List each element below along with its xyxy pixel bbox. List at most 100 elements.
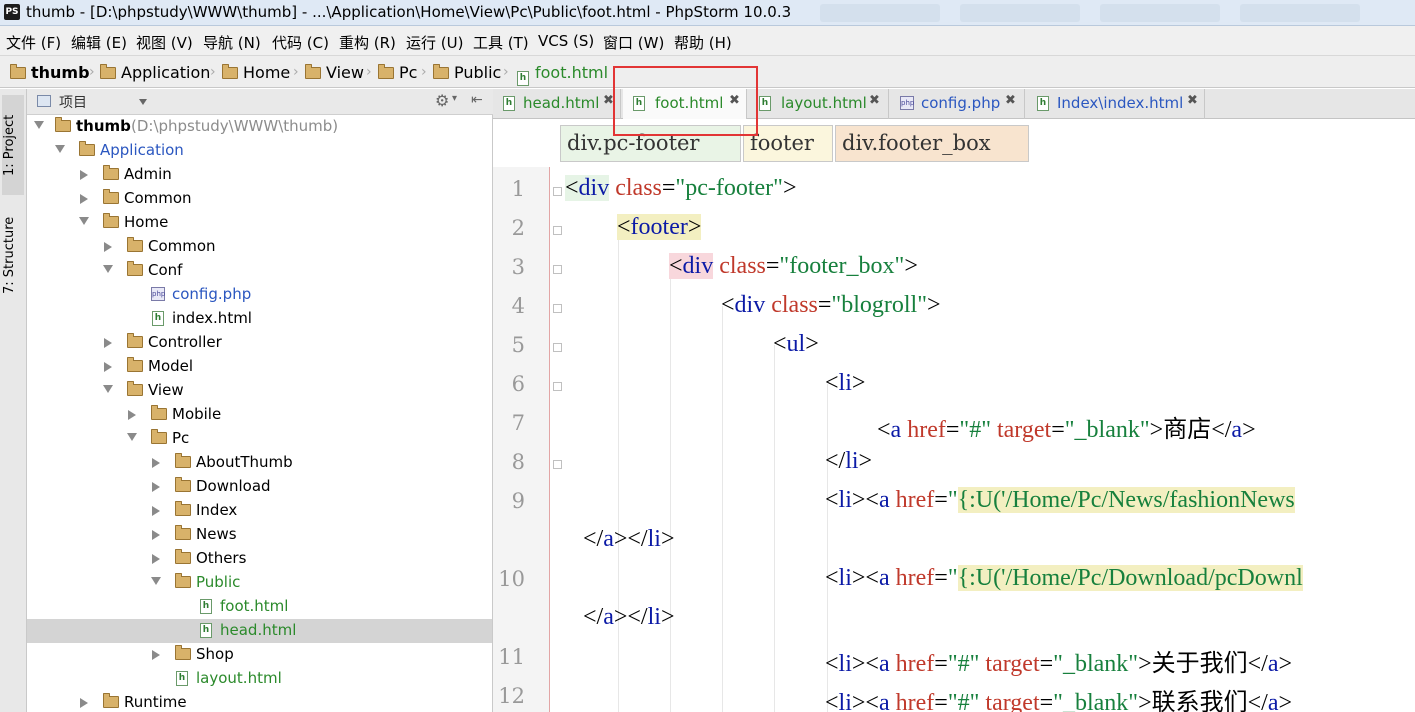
tree-item[interactable]: News	[27, 523, 492, 547]
hide-panel-icon[interactable]: ⇤	[471, 92, 483, 108]
project-panel-title[interactable]: 项目	[59, 92, 87, 112]
breadcrumb-home[interactable]: Home	[222, 63, 290, 82]
expand-arrow-icon[interactable]	[128, 410, 136, 420]
breadcrumb-thumb[interactable]: thumb	[10, 63, 90, 82]
menu-window[interactable]: 窗口 (W)	[603, 32, 664, 53]
tree-item[interactable]: View	[27, 379, 492, 403]
expand-arrow-icon[interactable]	[104, 338, 112, 348]
expand-arrow-icon[interactable]	[152, 650, 160, 660]
tab-index-html[interactable]: h Index\index.html ✖	[1027, 89, 1205, 119]
tree-item[interactable]: h foot.html	[27, 595, 492, 619]
collapse-arrow-icon[interactable]	[34, 121, 44, 129]
line-number: 4	[511, 294, 525, 318]
code-editor[interactable]: 1 2 3 4 5 6 7 8 9 10 11 12 <div class="p…	[493, 167, 1415, 712]
expand-arrow-icon[interactable]	[104, 362, 112, 372]
menu-navigate[interactable]: 导航 (N)	[203, 32, 261, 53]
phpstorm-app-icon: PS	[4, 4, 20, 20]
gear-dropdown-icon[interactable]: ▾	[452, 93, 457, 104]
tree-item[interactable]: AboutThumb	[27, 451, 492, 475]
tree-item[interactable]: Application	[27, 139, 492, 163]
window-title: thumb - [D:\phpstudy\WWW\thumb] - ...\Ap…	[26, 3, 792, 21]
collapse-arrow-icon[interactable]	[103, 265, 113, 273]
tree-item[interactable]: Conf	[27, 259, 492, 283]
menu-vcs[interactable]: VCS (S)	[538, 32, 594, 50]
menu-tools[interactable]: 工具 (T)	[473, 32, 529, 53]
expand-arrow-icon[interactable]	[152, 458, 160, 468]
breadcrumb-view[interactable]: View	[305, 63, 364, 82]
code-line-1: <div class="pc-footer">	[565, 175, 797, 201]
tree-item[interactable]: Public	[27, 571, 492, 595]
tree-item[interactable]: php config.php	[27, 283, 492, 307]
breadcrumb-application[interactable]: Application	[100, 63, 210, 82]
fold-marker-icon[interactable]	[553, 304, 562, 313]
menu-file[interactable]: 文件 (F)	[6, 32, 61, 53]
tree-item[interactable]: Others	[27, 547, 492, 571]
expand-arrow-icon[interactable]	[152, 530, 160, 540]
fold-marker-icon[interactable]	[553, 187, 562, 196]
tree-item[interactable]: Pc	[27, 427, 492, 451]
tab-head-html[interactable]: h head.html ✖	[493, 89, 621, 119]
tree-item[interactable]: Home	[27, 211, 492, 235]
fold-marker-icon[interactable]	[553, 265, 562, 274]
menu-code[interactable]: 代码 (C)	[272, 32, 329, 53]
tree-item[interactable]: h index.html	[27, 307, 492, 331]
breadcrumb-public[interactable]: Public	[433, 63, 501, 82]
structure-tool-tab[interactable]: 7: Structure	[2, 207, 24, 303]
close-icon[interactable]: ✖	[1005, 93, 1016, 108]
tag-crumb-footer-box[interactable]: div.footer_box	[835, 125, 1029, 162]
tree-item[interactable]: Index	[27, 499, 492, 523]
close-icon[interactable]: ✖	[869, 93, 880, 108]
tree-item[interactable]: h head.html	[27, 619, 492, 643]
expand-arrow-icon[interactable]	[152, 482, 160, 492]
indent-guide	[774, 345, 775, 712]
tree-item-root[interactable]: thumb (D:\phpstudy\WWW\thumb)	[27, 115, 492, 139]
collapse-arrow-icon[interactable]	[151, 577, 161, 585]
tree-item[interactable]: Model	[27, 355, 492, 379]
tree-item[interactable]: Shop	[27, 643, 492, 667]
expand-arrow-icon[interactable]	[80, 698, 88, 708]
menu-run[interactable]: 运行 (U)	[406, 32, 463, 53]
collapse-arrow-icon[interactable]	[103, 385, 113, 393]
tree-item[interactable]: Common	[27, 187, 492, 211]
menu-view[interactable]: 视图 (V)	[136, 32, 193, 53]
tab-config-php[interactable]: php config.php ✖	[891, 89, 1025, 119]
collapse-arrow-icon[interactable]	[79, 217, 89, 225]
breadcrumb-separator: ›	[366, 64, 372, 80]
folder-icon	[175, 477, 191, 492]
tree-item[interactable]: Download	[27, 475, 492, 499]
expand-arrow-icon[interactable]	[80, 170, 88, 180]
collapse-arrow-icon[interactable]	[127, 433, 137, 441]
gear-icon[interactable]: ⚙	[435, 91, 449, 110]
project-tool-tab[interactable]: 1: Project	[2, 95, 24, 195]
menu-help[interactable]: 帮助 (H)	[674, 32, 732, 53]
folder-icon	[305, 64, 321, 79]
close-icon[interactable]: ✖	[1187, 93, 1198, 108]
breadcrumb-pc[interactable]: Pc	[378, 63, 417, 82]
expand-arrow-icon[interactable]	[104, 242, 112, 252]
expand-arrow-icon[interactable]	[152, 506, 160, 516]
fold-marker-icon[interactable]	[553, 226, 562, 235]
breadcrumb-foot-html[interactable]: h foot.html	[517, 63, 608, 86]
tree-item[interactable]: Admin	[27, 163, 492, 187]
tree-item[interactable]: Common	[27, 235, 492, 259]
dropdown-arrow-icon[interactable]	[139, 99, 147, 105]
collapse-arrow-icon[interactable]	[55, 145, 65, 153]
line-number: 3	[511, 255, 525, 279]
fold-marker-icon[interactable]	[553, 460, 562, 469]
fold-marker-icon[interactable]	[553, 382, 562, 391]
menu-refactor[interactable]: 重构 (R)	[339, 32, 396, 53]
tool-window-strip: 1: Project 7: Structure	[0, 89, 27, 712]
indent-guide	[618, 227, 619, 712]
tree-item[interactable]: Controller	[27, 331, 492, 355]
tree-item[interactable]: Runtime	[27, 691, 492, 712]
expand-arrow-icon[interactable]	[152, 554, 160, 564]
php-file-icon: php	[900, 96, 914, 110]
folder-icon	[79, 141, 95, 156]
expand-arrow-icon[interactable]	[80, 194, 88, 204]
line-number: 6	[511, 372, 525, 396]
fold-marker-icon[interactable]	[553, 343, 562, 352]
tab-layout-html[interactable]: h layout.html ✖	[749, 89, 889, 119]
menu-edit[interactable]: 编辑 (E)	[71, 32, 127, 53]
tree-item[interactable]: h layout.html	[27, 667, 492, 691]
tree-item[interactable]: Mobile	[27, 403, 492, 427]
